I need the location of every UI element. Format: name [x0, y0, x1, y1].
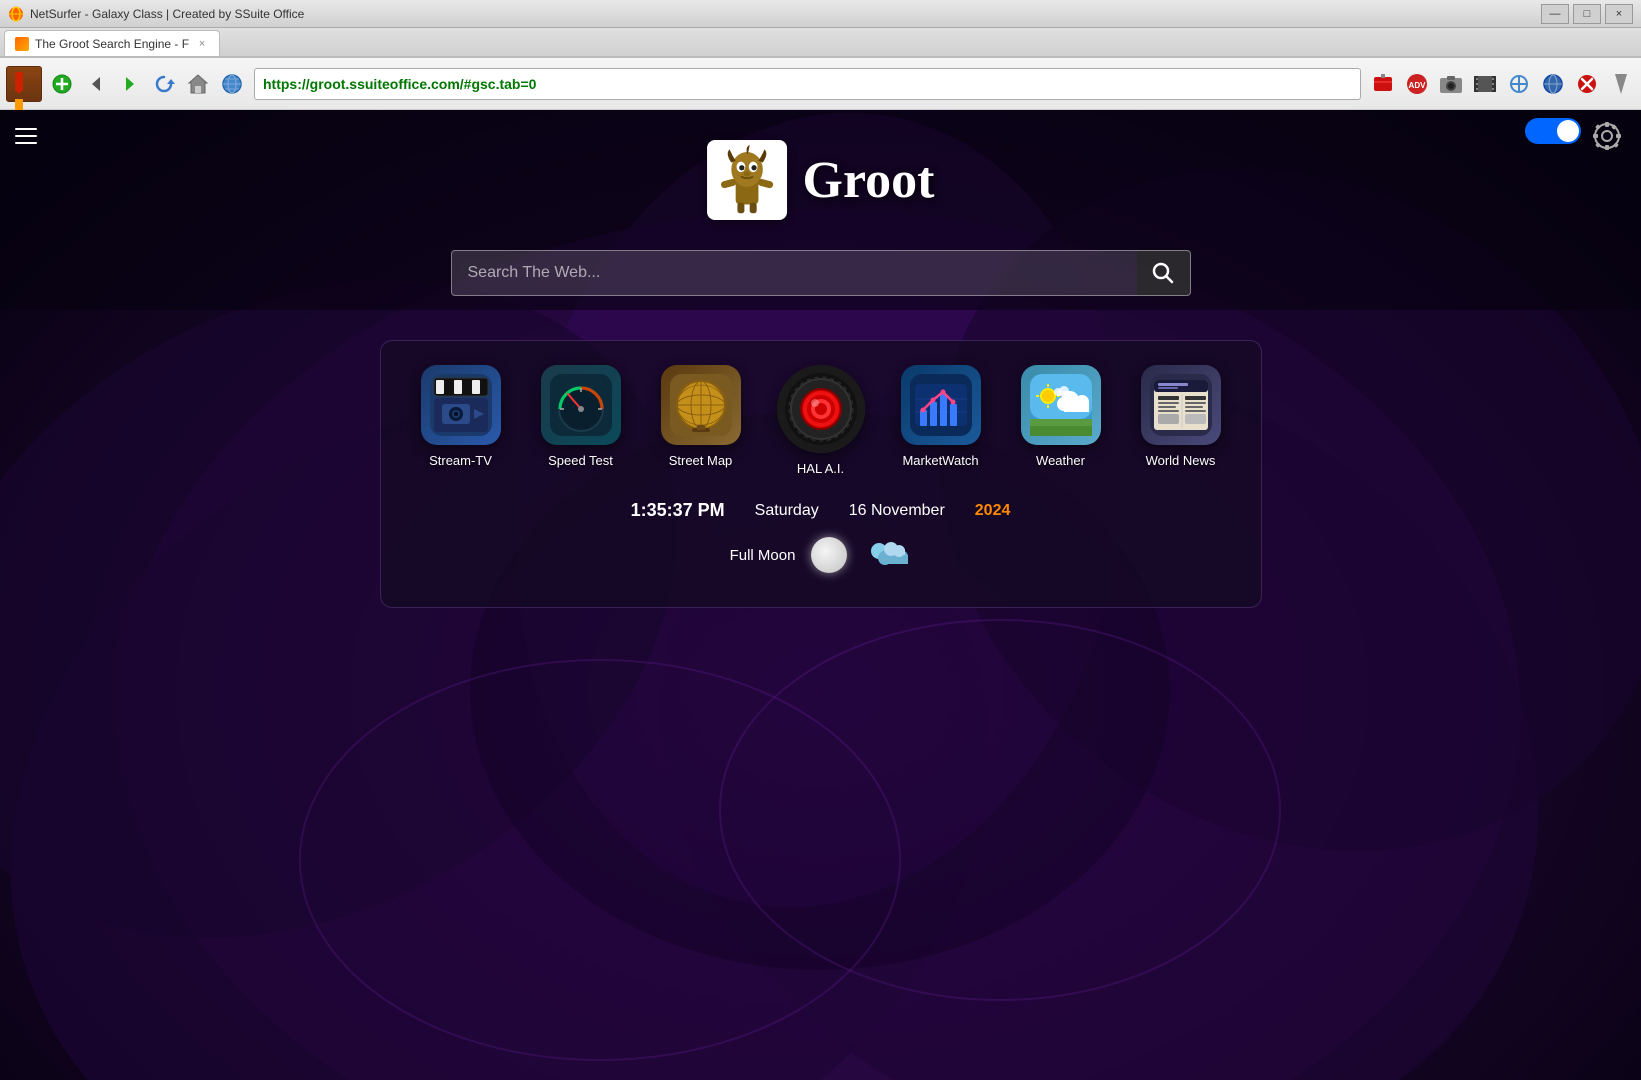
window-controls: — □ × [1541, 4, 1633, 24]
browser-toolbar: https://groot.ssuiteoffice.com/#gsc.tab=… [0, 58, 1641, 110]
bookmarks-icon [14, 72, 34, 96]
clock-display: 1:35:37 PM [631, 500, 725, 521]
app-icon-world-news [1141, 365, 1221, 445]
main-content: Groot [0, 110, 1641, 1080]
date-day: Saturday [755, 502, 819, 520]
add-bookmark-button[interactable] [46, 68, 78, 100]
apps-row: Stream-TV [411, 365, 1231, 476]
menu-button[interactable] [8, 118, 44, 154]
tab-bar: The Groot Search Engine - F × [0, 28, 1641, 58]
minimize-button[interactable]: — [1541, 4, 1569, 24]
active-tab[interactable]: The Groot Search Engine - F × [4, 30, 220, 56]
app-item-world-news[interactable]: World News [1131, 365, 1231, 468]
app-label-weather: Weather [1036, 453, 1085, 468]
app-label-world-news: World News [1146, 453, 1216, 468]
forward-button[interactable] [114, 68, 146, 100]
app-item-speed-test[interactable]: Speed Test [531, 365, 631, 468]
network-button[interactable] [1537, 68, 1569, 100]
url-bar[interactable]: https://groot.ssuiteoffice.com/#gsc.tab=… [254, 68, 1361, 100]
app-label-speed-test: Speed Test [548, 453, 613, 468]
app-label-street-map: Street Map [669, 453, 733, 468]
app-label-hal-ai: HAL A.I. [797, 461, 844, 476]
apps-panel: Stream-TV [380, 340, 1262, 608]
search-area [451, 250, 1191, 296]
home-button[interactable] [182, 68, 214, 100]
app-icon-marketwatch [901, 365, 981, 445]
tools-button[interactable] [1503, 68, 1535, 100]
url-text: https://groot.ssuiteoffice.com/#gsc.tab=… [263, 76, 536, 92]
reload-button[interactable] [148, 68, 180, 100]
tab-favicon [15, 37, 29, 51]
hamburger-line-3 [15, 142, 37, 144]
app-icon-hal-ai [777, 365, 865, 453]
date-year: 2024 [975, 502, 1011, 520]
weather-condition-icon [863, 533, 911, 577]
hamburger-line-2 [15, 135, 37, 137]
app-icon-stream-tv [421, 365, 501, 445]
app-label-marketwatch: MarketWatch [902, 453, 978, 468]
toggle-switch[interactable] [1525, 118, 1581, 144]
film-button[interactable] [1469, 68, 1501, 100]
svg-text:ADV: ADV [1409, 81, 1427, 90]
moon-label: Full Moon [730, 547, 796, 564]
app-icon-weather [1021, 365, 1101, 445]
app-item-street-map[interactable]: Street Map [651, 365, 751, 468]
date-date: 16 November [849, 502, 945, 520]
logo-area: Groot [707, 140, 935, 220]
app-item-stream-tv[interactable]: Stream-TV [411, 365, 511, 468]
red-pin-button[interactable] [1367, 68, 1399, 100]
title-label: NetSurfer - Galaxy Class | Created by SS… [30, 7, 304, 21]
tab-label: The Groot Search Engine - F [35, 37, 189, 51]
info-bar: 1:35:37 PM Saturday 16 November 2024 [411, 500, 1231, 521]
moon-weather-row: Full Moon [411, 533, 1231, 577]
title-bar: NetSurfer - Galaxy Class | Created by SS… [0, 0, 1641, 28]
bookmarks-button[interactable] [6, 66, 42, 102]
stop-button[interactable] [1571, 68, 1603, 100]
groot-title: Groot [803, 151, 935, 210]
app-item-weather[interactable]: Weather [1011, 365, 1111, 468]
title-text: NetSurfer - Galaxy Class | Created by SS… [8, 6, 304, 22]
browser-logo-icon [8, 6, 24, 22]
more-button[interactable] [1605, 68, 1637, 100]
globe-button[interactable] [216, 68, 248, 100]
search-button[interactable] [1137, 250, 1191, 296]
groot-logo-icon [707, 140, 787, 220]
hamburger-line-1 [15, 128, 37, 130]
back-button[interactable] [80, 68, 112, 100]
maximize-button[interactable]: □ [1573, 4, 1601, 24]
moon-icon [811, 537, 847, 573]
settings-button[interactable] [1589, 118, 1625, 154]
app-item-marketwatch[interactable]: MarketWatch [891, 365, 991, 468]
camera-button[interactable] [1435, 68, 1467, 100]
search-input[interactable] [451, 250, 1137, 296]
app-icon-street-map [661, 365, 741, 445]
toggle-knob [1557, 120, 1579, 142]
app-label-stream-tv: Stream-TV [429, 453, 492, 468]
app-icon-speed-test [541, 365, 621, 445]
close-button[interactable]: × [1605, 4, 1633, 24]
app-item-hal-ai[interactable]: HAL A.I. [771, 365, 871, 476]
adv-button[interactable]: ADV [1401, 68, 1433, 100]
tab-close-button[interactable]: × [195, 37, 209, 51]
